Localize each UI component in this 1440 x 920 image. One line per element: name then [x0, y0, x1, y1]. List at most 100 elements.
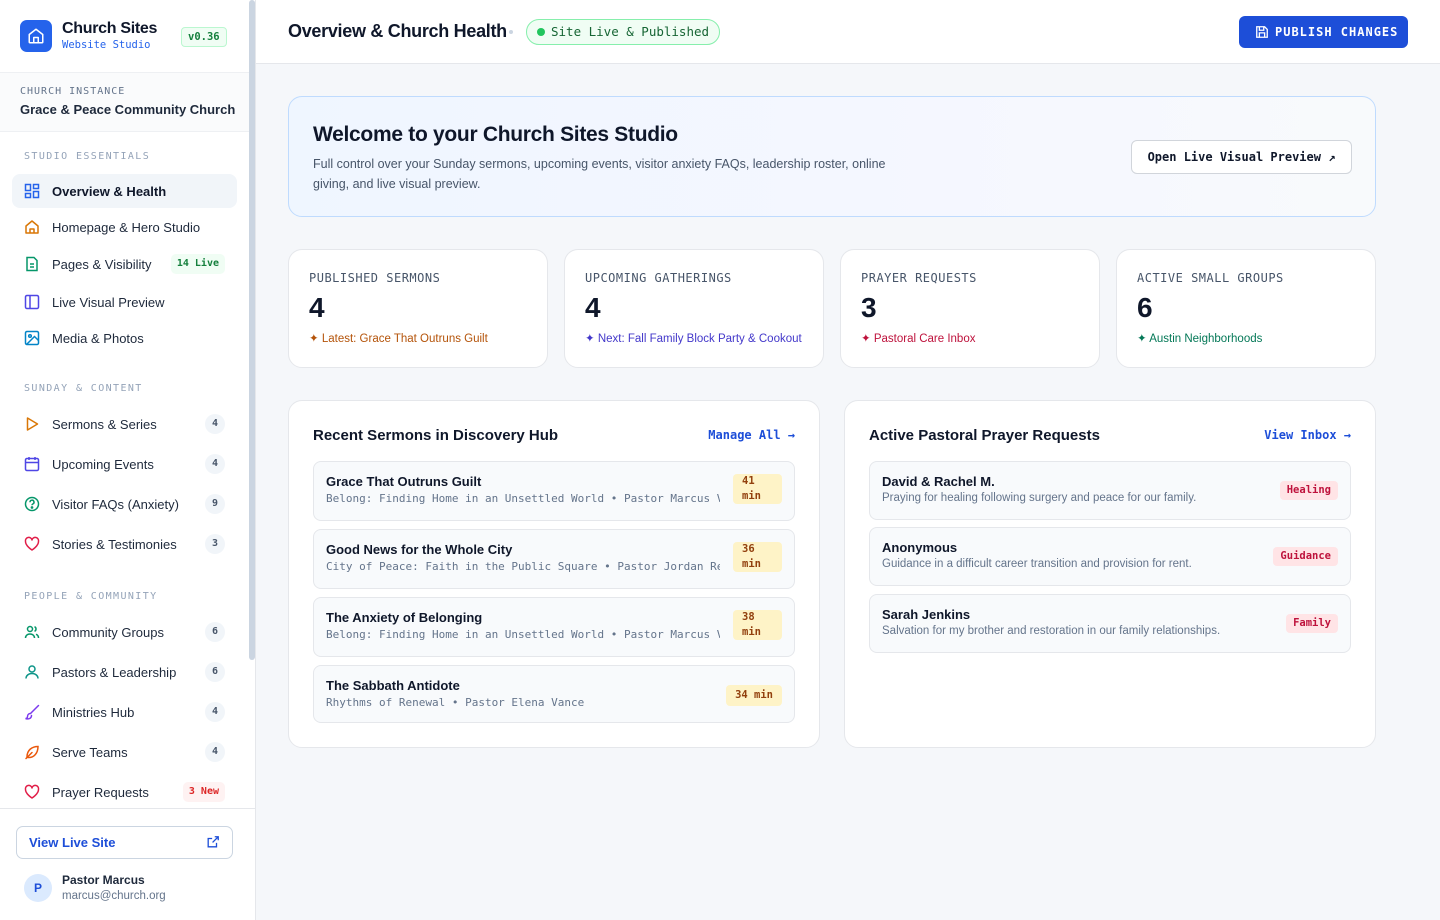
panel-title: Active Pastoral Prayer Requests [869, 427, 1100, 444]
serve-count: 4 [205, 742, 225, 762]
image-icon [24, 330, 40, 346]
sidebar-item-leadership[interactable]: Pastors & Leadership 6 [12, 655, 237, 689]
calendar-icon [24, 457, 40, 472]
users-icon [24, 625, 40, 639]
sidebar-item-faqs[interactable]: Visitor FAQs (Anxiety) 9 [12, 487, 237, 521]
sermon-meta: City of Peace: Faith in the Public Squar… [326, 560, 720, 573]
sidebar-item-prayer-requests[interactable]: Prayer Requests 3 New [12, 775, 237, 809]
sidebar-item-label: Prayer Requests [52, 784, 149, 800]
stat-card-prayer[interactable]: PRAYER REQUESTS 3 ✦ Pastoral Care Inbox [840, 249, 1100, 368]
leadership-count: 6 [205, 662, 225, 682]
sidebar-item-label: Homepage & Hero Studio [52, 219, 201, 235]
section-studio-essentials: STUDIO ESSENTIALS [24, 151, 151, 162]
view-inbox-link[interactable]: View Inbox → [1264, 428, 1351, 442]
sidebar-item-homepage[interactable]: Homepage & Hero Studio [12, 210, 237, 244]
stat-label: PUBLISHED SERMONS [309, 271, 441, 285]
prayer-name: David & Rachel M. [882, 474, 995, 489]
sermon-meta: Belong: Finding Home in an Unsettled Wor… [326, 492, 720, 505]
prayer-tag: Guidance [1273, 547, 1338, 566]
sermon-row[interactable]: Good News for the Whole City City of Pea… [313, 529, 795, 589]
prayer-name: Anonymous [882, 540, 958, 555]
welcome-description: Full control over your Sunday sermons, u… [313, 157, 886, 191]
help-circle-icon [24, 496, 40, 512]
sidebar-item-label: Pastors & Leadership [52, 664, 177, 680]
welcome-title: Welcome to your Church Sites Studio [313, 123, 678, 146]
prayer-desc: Praying for healing following surgery an… [882, 492, 1197, 504]
sidebar-item-community-groups[interactable]: Community Groups 6 [12, 615, 237, 649]
layout-icon [24, 294, 40, 310]
panel-title: Recent Sermons in Discovery Hub [313, 427, 559, 444]
sidebar-item-label: Sermons & Series [52, 416, 157, 432]
sermon-duration: 41 min [733, 474, 782, 504]
dashboard-icon [24, 183, 40, 199]
sidebar-item-events[interactable]: Upcoming Events 4 [12, 447, 237, 481]
instance-label: CHURCH INSTANCE [20, 86, 126, 97]
sidebar-item-label: Pages & Visibility [52, 256, 152, 272]
prayer-row[interactable]: Anonymous Guidance in a difficult career… [869, 527, 1351, 586]
stories-count: 3 [205, 534, 225, 554]
stat-note: ✦ Next: Fall Family Block Party & Cookou… [585, 333, 802, 345]
church-instance[interactable]: CHURCH INSTANCE Grace & Peace Community … [0, 73, 255, 132]
sidebar-scrollbar[interactable] [249, 0, 255, 660]
sidebar-item-serve-teams[interactable]: Serve Teams 4 [12, 735, 237, 769]
sidebar-item-ministries[interactable]: Ministries Hub 4 [12, 695, 237, 729]
sidebar-item-sermons[interactable]: Sermons & Series 4 [12, 407, 237, 441]
user-icon [25, 665, 39, 679]
sermon-duration: 36 min [733, 542, 782, 572]
stat-label: UPCOMING GATHERINGS [585, 271, 732, 285]
stat-note: ✦ Pastoral Care Inbox [861, 333, 976, 345]
avatar[interactable]: P [24, 874, 52, 902]
prayer-tag: Healing [1279, 481, 1338, 500]
instance-name: Grace & Peace Community Church [20, 102, 236, 117]
sidebar-item-live-preview[interactable]: Live Visual Preview [12, 285, 237, 319]
page-title: Overview & Church Health [288, 21, 507, 41]
sidebar-item-label: Media & Photos [52, 330, 144, 346]
sermon-title: Good News for the Whole City [326, 542, 513, 557]
prayer-row[interactable]: David & Rachel M. Praying for healing fo… [869, 461, 1351, 520]
sidebar-item-label: Stories & Testimonies [52, 536, 177, 552]
view-live-site-button[interactable]: View Live Site [16, 826, 233, 859]
sermon-row[interactable]: The Anxiety of Belonging Belong: Finding… [313, 597, 795, 657]
sermon-row[interactable]: Grace That Outruns Guilt Belong: Finding… [313, 461, 795, 521]
user-email: marcus@church.org [62, 890, 166, 902]
sidebar-item-label: Live Visual Preview [52, 294, 165, 310]
open-live-preview-button[interactable]: Open Live Visual Preview ↗ [1131, 140, 1352, 174]
external-link-icon [207, 836, 219, 848]
heart-icon [24, 536, 40, 551]
stat-value: 6 [1137, 292, 1153, 323]
brand-title: Church Sites [62, 20, 158, 37]
sermon-title: Grace That Outruns Guilt [326, 474, 482, 489]
section-people-community: PEOPLE & COMMUNITY [24, 591, 158, 602]
sermon-title: The Sabbath Antidote [326, 678, 460, 693]
prayer-requests-panel: Active Pastoral Prayer Requests View Inb… [844, 400, 1376, 748]
prayer-row[interactable]: Sarah Jenkins Salvation for my brother a… [869, 594, 1351, 653]
sidebar-item-pages[interactable]: Pages & Visibility 14 Live [12, 247, 237, 281]
stat-card-gatherings[interactable]: UPCOMING GATHERINGS 4 ✦ Next: Fall Famil… [564, 249, 824, 368]
sidebar-item-label: Ministries Hub [52, 704, 135, 720]
stat-value: 4 [585, 292, 601, 323]
welcome-banner: Welcome to your Church Sites Studio Full… [288, 96, 1376, 217]
sidebar-item-media[interactable]: Media & Photos [12, 321, 237, 355]
brand-subtitle: Website Studio [62, 39, 151, 51]
user-name: Pastor Marcus [62, 873, 145, 887]
publish-changes-button[interactable]: PUBLISH CHANGES [1239, 16, 1408, 48]
sidebar-item-label: Upcoming Events [52, 456, 154, 472]
separator-dot [509, 30, 513, 34]
faqs-count: 9 [205, 494, 225, 514]
sermon-row[interactable]: The Sabbath Antidote Rhythms of Renewal … [313, 665, 795, 723]
sidebar-footer: View Live Site P Pastor Marcus marcus@ch… [0, 808, 255, 920]
leaf-icon [25, 745, 39, 760]
version-badge: v0.36 [181, 27, 227, 47]
sermon-title: The Anxiety of Belonging [326, 610, 483, 625]
sidebar-item-overview[interactable]: Overview & Health [12, 174, 237, 208]
sidebar-item-stories[interactable]: Stories & Testimonies 3 [12, 527, 237, 561]
groups-count: 6 [205, 622, 225, 642]
stat-card-sermons[interactable]: PUBLISHED SERMONS 4 ✦ Latest: Grace That… [288, 249, 548, 368]
stat-card-groups[interactable]: ACTIVE SMALL GROUPS 6 ✦ Austin Neighborh… [1116, 249, 1376, 368]
pages-live-badge: 14 Live [170, 254, 225, 274]
church-logo-icon[interactable] [20, 20, 52, 52]
sidebar-item-label: Overview & Health [52, 183, 167, 199]
brand: Church Sites Website Studio v0.36 [0, 0, 255, 73]
manage-all-link[interactable]: Manage All → [708, 428, 795, 442]
prayer-desc: Guidance in a difficult career transitio… [882, 558, 1192, 570]
